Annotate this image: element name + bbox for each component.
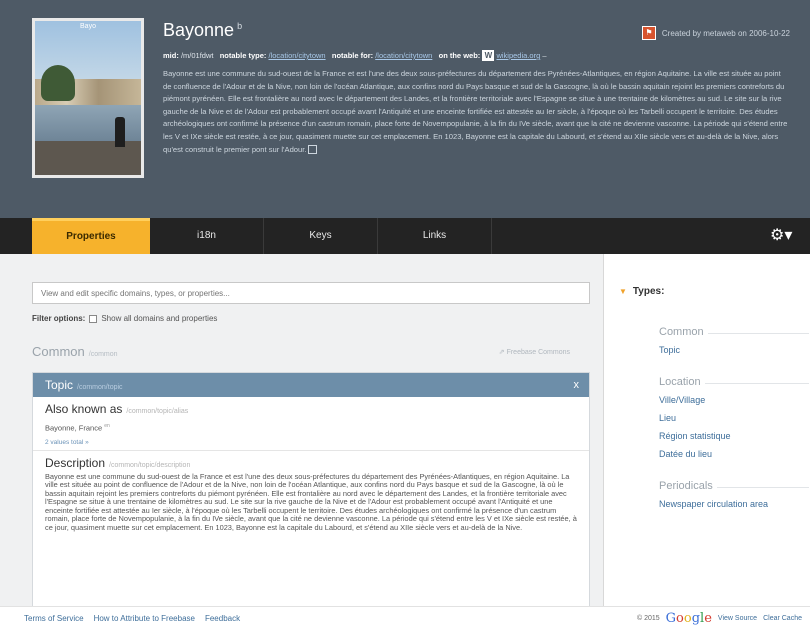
properties-panel: Filter options: Show all domains and pro…: [0, 254, 604, 606]
type-item[interactable]: Datée du lieu: [659, 449, 712, 459]
filter-options: Filter options: Show all domains and pro…: [32, 314, 217, 323]
aka-value-text: Bayonne, France: [45, 423, 103, 433]
notable-type-label: notable type:: [219, 51, 267, 60]
tab-i18n[interactable]: i18n: [150, 218, 264, 254]
aka-path: /common/topic/alias: [126, 408, 189, 415]
group-location: Location: [659, 376, 809, 388]
title-badge: b: [237, 21, 243, 31]
type-item[interactable]: Newspaper circulation area: [659, 499, 768, 509]
view-source-link[interactable]: View Source: [718, 615, 757, 622]
footer-right: © 2015 Google View Source Clear Cache: [637, 611, 802, 626]
common-title: Common: [32, 344, 85, 359]
notable-for-label: notable for:: [331, 51, 374, 60]
types-header[interactable]: ▼ Types:: [619, 286, 664, 297]
tab-properties[interactable]: Properties: [32, 218, 150, 254]
common-path: /common: [88, 351, 118, 358]
web-label: on the web:: [438, 51, 481, 60]
thumbnail-water: [35, 105, 141, 145]
description-title: Description: [45, 455, 106, 470]
aka-lang: en: [104, 423, 110, 429]
thumbnail-quay: [35, 141, 141, 175]
topic-path: /common/topic: [77, 384, 123, 391]
thumbnail-caption: Bayo: [80, 23, 96, 30]
created-text: Created by metaweb on 2006-10-22: [661, 28, 790, 38]
notable-for-link[interactable]: /location/citytown: [375, 51, 432, 60]
type-item[interactable]: Région statistique: [659, 431, 731, 441]
web-more[interactable]: –: [542, 51, 546, 60]
values-total-link[interactable]: 2 values total »: [33, 433, 589, 451]
flag-icon[interactable]: ⚑: [641, 26, 656, 40]
chevron-down-icon: ▼: [619, 287, 627, 296]
gear-icon[interactable]: ⚙▾: [770, 226, 794, 246]
wikipedia-link[interactable]: wikipedia.org: [496, 51, 540, 60]
types-label: Types:: [632, 286, 665, 297]
expand-icon[interactable]: [308, 145, 318, 155]
type-item[interactable]: Lieu: [659, 413, 676, 423]
description-text: Bayonne est une commune du sud-ouest de …: [163, 69, 788, 154]
topic-header: Bayo Bayonne b ⚑ Created by metaweb on 20…: [0, 0, 810, 218]
tab-links[interactable]: Links: [378, 218, 492, 254]
thumbnail-tree: [41, 65, 75, 101]
mid-value: /m/01fdwt: [180, 51, 214, 60]
group-common-label: Common: [659, 326, 708, 338]
thumbnail-bollard: [115, 117, 125, 147]
page-title: Bayonne b: [163, 20, 242, 41]
terms-link[interactable]: Terms of Service: [24, 614, 84, 623]
mid-label: mid:: [163, 51, 179, 60]
group-location-label: Location: [659, 376, 705, 388]
title-text: Bayonne: [163, 20, 235, 40]
topic-description: Bayonne est une commune du sud-ouest de …: [163, 68, 791, 156]
topic-meta: mid: /m/01fdwt notable type: /location/c…: [163, 50, 793, 61]
description-header: Description/common/topic/description: [33, 451, 589, 470]
aka-value[interactable]: Bayonne, France en: [33, 416, 589, 433]
type-item[interactable]: Ville/Village: [659, 395, 705, 405]
common-domain-header: Common/common ⇗ Freebase Commons: [32, 344, 590, 359]
footer-links: Terms of Service How to Attribute to Fre…: [24, 614, 240, 623]
search-input[interactable]: [32, 282, 590, 304]
topic-type-bar: Topic/common/topic x: [33, 373, 589, 397]
description-value[interactable]: Bayonne est une commune du sud-ouest de …: [33, 470, 589, 533]
types-sidebar: ▼ Types: Common Topic Location Ville/Vill…: [605, 254, 810, 606]
page-footer: Terms of Service How to Attribute to Fre…: [0, 606, 810, 630]
group-periodicals: Periodicals: [659, 480, 809, 492]
notable-type-link[interactable]: /location/citytown: [268, 51, 325, 60]
wikipedia-icon: W: [482, 50, 495, 61]
group-common: Common: [659, 326, 809, 338]
aka-title: Also known as: [45, 402, 123, 416]
close-icon[interactable]: x: [574, 373, 580, 397]
type-item[interactable]: Topic: [659, 345, 680, 355]
freebase-commons-link[interactable]: ⇗ Freebase Commons: [499, 348, 570, 356]
freebase-commons-text: Freebase Commons: [506, 349, 570, 356]
clear-cache-link[interactable]: Clear Cache: [763, 615, 802, 622]
aka-header: Also known as/common/topic/alias: [33, 397, 589, 416]
copyright: © 2015: [636, 615, 660, 622]
feedback-link[interactable]: Feedback: [205, 614, 240, 623]
tab-keys[interactable]: Keys: [264, 218, 378, 254]
topic-type-panel: Topic/common/topic x Also known as/commo…: [32, 372, 590, 606]
topic-thumbnail[interactable]: Bayo: [32, 18, 144, 178]
attribute-link[interactable]: How to Attribute to Freebase: [94, 614, 195, 623]
topic-title: Topic: [45, 378, 74, 392]
filter-label: Filter options:: [32, 314, 86, 323]
google-logo: Google: [665, 611, 712, 626]
filter-checkbox-label[interactable]: Show all domains and properties: [101, 314, 217, 323]
tab-bar: Properties i18n Keys Links ⚙▾: [0, 218, 810, 254]
group-periodicals-label: Periodicals: [659, 480, 717, 492]
created-info: ⚑ Created by metaweb on 2006-10-22: [641, 26, 790, 40]
show-all-checkbox[interactable]: [89, 314, 98, 323]
description-path: /common/topic/description: [109, 461, 191, 469]
